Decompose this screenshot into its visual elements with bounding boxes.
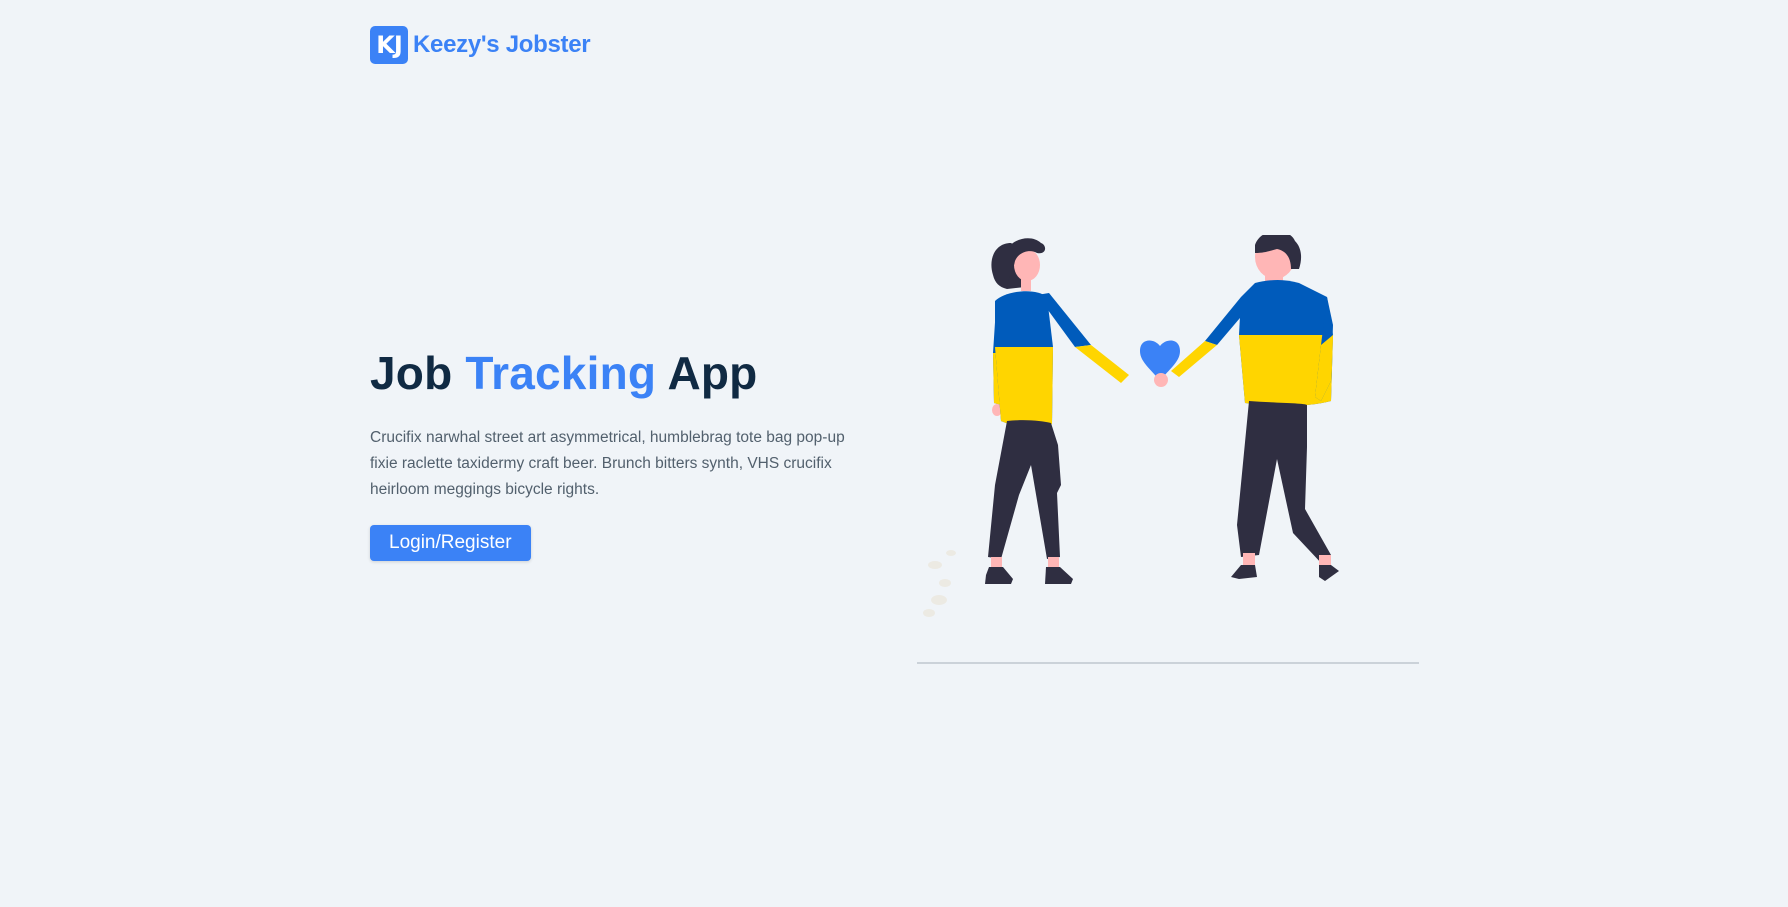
hero-description: Crucifix narwhal street art asymmetrical… xyxy=(370,429,845,498)
man-figure xyxy=(1154,235,1339,581)
title-accent-tracking: Tracking xyxy=(465,347,657,399)
landing-page: KJ Keezy's Jobster Job Tracking App Cruc… xyxy=(0,0,1788,907)
hero-section: Job Tracking App Crucifix narwhal street… xyxy=(370,343,850,561)
ground-line xyxy=(917,662,1419,664)
navbar: KJ Keezy's Jobster xyxy=(370,26,591,64)
woman-figure xyxy=(985,238,1129,584)
title-part-app: App xyxy=(656,347,758,399)
page-title: Job Tracking App xyxy=(370,343,850,403)
title-part-job: Job xyxy=(370,347,466,399)
couple-holding-hands-illustration xyxy=(917,235,1419,664)
plant-decoration xyxy=(923,550,956,617)
brand-name[interactable]: Keezy's Jobster xyxy=(413,31,591,59)
login-register-button[interactable]: Login/Register xyxy=(370,525,531,561)
logo-icon[interactable]: KJ xyxy=(370,26,408,64)
